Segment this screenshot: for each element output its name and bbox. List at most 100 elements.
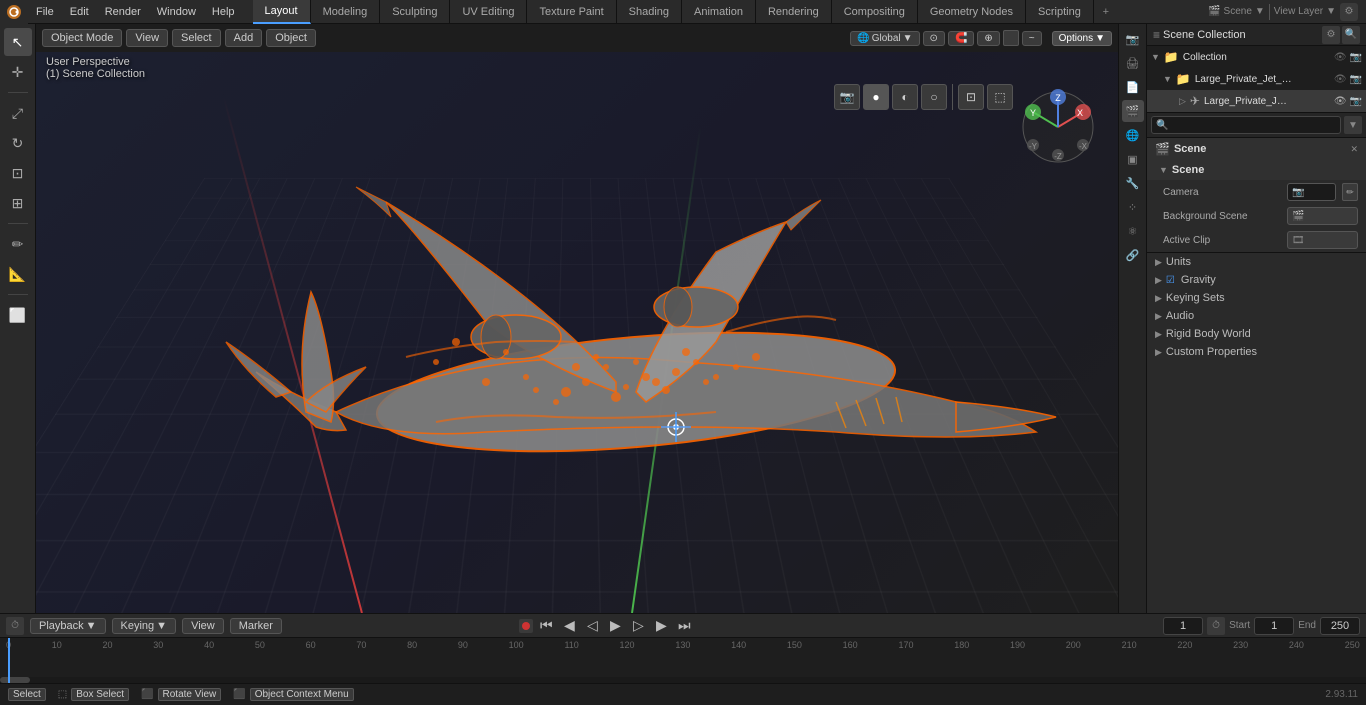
jump-end-btn[interactable]: ⏭ [674, 617, 694, 635]
tab-sculpting[interactable]: Sculpting [380, 0, 450, 24]
snap-btn[interactable]: 🧲 [948, 31, 974, 46]
select-menu[interactable]: Select [172, 29, 221, 47]
gravity-checkbox[interactable]: ☑ [1166, 275, 1175, 286]
add-workspace-button[interactable]: + [1094, 0, 1118, 24]
add-menu[interactable]: Add [225, 29, 263, 47]
object-menu[interactable]: Object [266, 29, 316, 47]
jet-collection-item[interactable]: ▼ 📁 Large_Private_Jet_Flight_001 👁 📷 [1147, 68, 1366, 90]
background-scene-btn[interactable]: 🎬 [1287, 207, 1358, 225]
menu-help[interactable]: Help [204, 0, 243, 24]
jet-obj-vis-icon[interactable]: 👁 [1334, 96, 1347, 107]
particles-props-icon[interactable]: ⁘ [1122, 196, 1144, 218]
object-props-icon[interactable]: ▣ [1122, 148, 1144, 170]
camera-edit-btn[interactable]: ✏ [1342, 183, 1358, 201]
start-frame-input[interactable]: 1 [1254, 617, 1294, 635]
tab-compositing[interactable]: Compositing [832, 0, 918, 24]
tab-modeling[interactable]: Modeling [311, 0, 381, 24]
custom-properties-section[interactable]: ▶ Custom Properties [1147, 343, 1366, 361]
xray-btn[interactable]: ⬚ [987, 84, 1013, 110]
menu-window[interactable]: Window [149, 0, 204, 24]
view-menu[interactable]: View [126, 29, 168, 47]
tab-rendering[interactable]: Rendering [756, 0, 832, 24]
audio-section[interactable]: ▶ Audio [1147, 307, 1366, 325]
vis-toggle-btn[interactable] [1003, 30, 1019, 46]
scale-tool-btn[interactable]: ⊡ [4, 159, 32, 187]
tab-animation[interactable]: Animation [682, 0, 756, 24]
select-tool-btn[interactable]: ↖ [4, 28, 32, 56]
object-mode-dropdown[interactable]: Object Mode [42, 29, 122, 47]
tab-texture-paint[interactable]: Texture Paint [527, 0, 616, 24]
overlays-btn[interactable]: ⊡ [958, 84, 984, 110]
proportional-edit-btn[interactable]: ⊙ [923, 31, 945, 46]
render-props-icon[interactable]: 📷 [1122, 28, 1144, 50]
solid-mode-btn[interactable]: ● [863, 84, 889, 110]
options-btn[interactable]: Options▼ [1052, 31, 1112, 46]
frame-options-btn[interactable]: ⏱ [1207, 617, 1225, 635]
annotate-tool-btn[interactable]: ✏ [4, 230, 32, 258]
next-keyframe-btn[interactable]: ▶ [651, 617, 671, 635]
tab-scripting[interactable]: Scripting [1026, 0, 1094, 24]
scene-section-header[interactable]: 🎬 Scene ✕ [1147, 138, 1366, 160]
rotate-tool-btn[interactable]: ↻ [4, 129, 32, 157]
tab-shading[interactable]: Shading [617, 0, 682, 24]
visibility-icon[interactable]: 👁 [1334, 52, 1347, 63]
outliner-filter-btn[interactable]: ⚙ [1322, 26, 1340, 44]
output-props-icon[interactable]: 🖨 [1122, 52, 1144, 74]
jet-render-icon[interactable]: 📷 [1350, 74, 1362, 85]
menu-render[interactable]: Render [97, 0, 149, 24]
rigid-body-section[interactable]: ▶ Rigid Body World [1147, 325, 1366, 343]
playback-btn[interactable]: Playback▼ [30, 618, 106, 634]
cursor-tool-btn[interactable]: ✛ [4, 58, 32, 86]
add-cube-btn[interactable]: ⬜ [4, 301, 32, 329]
measure-tool-btn[interactable]: 📐 [4, 260, 32, 288]
properties-options-btn[interactable]: ▼ [1344, 116, 1362, 134]
marker-btn[interactable]: Marker [230, 618, 282, 634]
jet-vis-icon[interactable]: 👁 [1334, 74, 1347, 85]
units-section[interactable]: ▶ Units [1147, 253, 1366, 271]
scene-collection-item[interactable]: ▼ 📁 Collection 👁 📷 [1147, 46, 1366, 68]
jet-object-item[interactable]: ▷ ✈ Large_Private_Jet_Flight 👁 📷 [1147, 90, 1366, 112]
physics-props-icon[interactable]: ⚛ [1122, 220, 1144, 242]
tab-uv-editing[interactable]: UV Editing [450, 0, 527, 24]
jet-obj-render-icon[interactable]: 📷 [1350, 96, 1362, 107]
constraints-props-icon[interactable]: 🔗 [1122, 244, 1144, 266]
prev-keyframe-btn[interactable]: ◀ [559, 617, 579, 635]
modifier-props-icon[interactable]: 🔧 [1122, 172, 1144, 194]
blender-logo[interactable] [0, 0, 28, 24]
camera-view-btn[interactable]: 📷 [834, 84, 860, 110]
active-clip-btn[interactable]: 🎞 [1287, 231, 1358, 249]
gravity-section[interactable]: ▶ ☑ Gravity [1147, 271, 1366, 289]
keying-sets-section[interactable]: ▶ Keying Sets [1147, 289, 1366, 307]
viewport-canvas[interactable]: X Y Z -Y -X -Z [36, 52, 1118, 613]
jump-prev-btn[interactable]: ◁ [582, 617, 602, 635]
nav-gizmo[interactable]: X Y Z -Y -X -Z [1018, 87, 1098, 167]
jump-next-btn[interactable]: ▷ [628, 617, 648, 635]
global-transform-btn[interactable]: 🌐 Global ▼ [850, 31, 919, 46]
tab-geometry-nodes[interactable]: Geometry Nodes [918, 0, 1026, 24]
timeline-mode-btn[interactable]: ⏱ [6, 617, 24, 635]
timeline-ruler[interactable]: 0 10 20 30 40 50 60 70 80 90 100 110 120… [0, 638, 1366, 683]
transform-pivot-btn[interactable]: ⊕ [977, 31, 999, 46]
menu-edit[interactable]: Edit [62, 0, 97, 24]
tab-layout[interactable]: Layout [253, 0, 311, 24]
jump-start-btn[interactable]: ⏮ [536, 617, 556, 635]
timeline-scrollbar[interactable] [0, 677, 1366, 683]
camera-value[interactable]: 📷 [1287, 183, 1336, 201]
play-btn[interactable]: ▶ [605, 617, 625, 635]
playhead[interactable] [8, 638, 10, 683]
view-timeline-btn[interactable]: View [182, 618, 224, 634]
graph-editor-btn[interactable]: ~ [1022, 31, 1042, 46]
move-tool-btn[interactable]: ⤢ [4, 99, 32, 127]
keying-btn[interactable]: Keying▼ [112, 618, 177, 634]
world-props-icon[interactable]: 🌐 [1122, 124, 1144, 146]
render-visibility-icon[interactable]: 📷 [1350, 52, 1362, 63]
timeline-scrollbar-thumb[interactable] [0, 677, 30, 683]
record-btn[interactable] [519, 619, 533, 633]
transform-tool-btn[interactable]: ⊞ [4, 189, 32, 217]
scene-props-icon[interactable]: 🎬 [1122, 100, 1144, 122]
view-layer-options-btn[interactable]: ⚙ [1340, 3, 1358, 21]
view-layer-props-icon[interactable]: 📄 [1122, 76, 1144, 98]
current-frame-input[interactable]: 1 [1163, 617, 1203, 635]
end-frame-input[interactable]: 250 [1320, 617, 1360, 635]
rendered-mode-btn[interactable]: ○ [921, 84, 947, 110]
